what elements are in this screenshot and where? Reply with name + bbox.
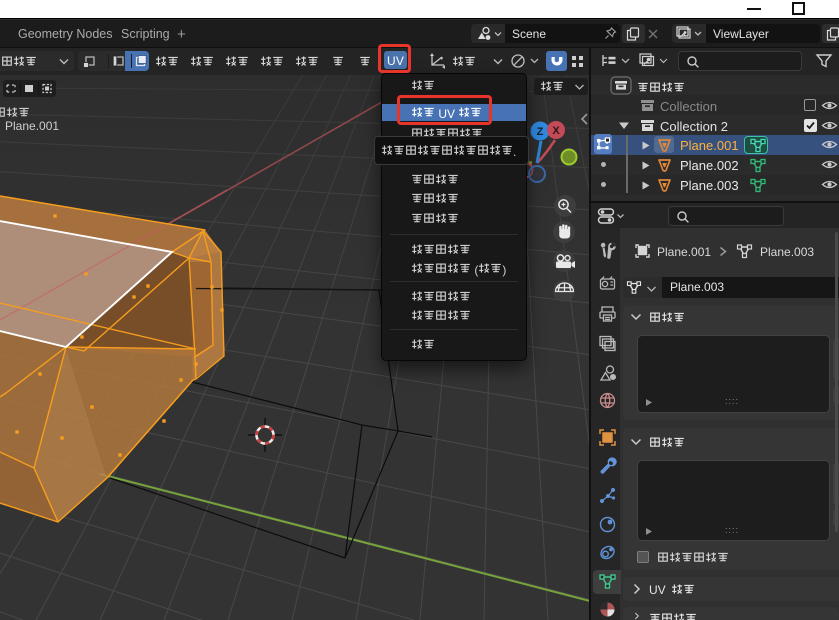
svg-text:X: X xyxy=(552,125,560,137)
svg-text:Z: Z xyxy=(537,126,544,138)
